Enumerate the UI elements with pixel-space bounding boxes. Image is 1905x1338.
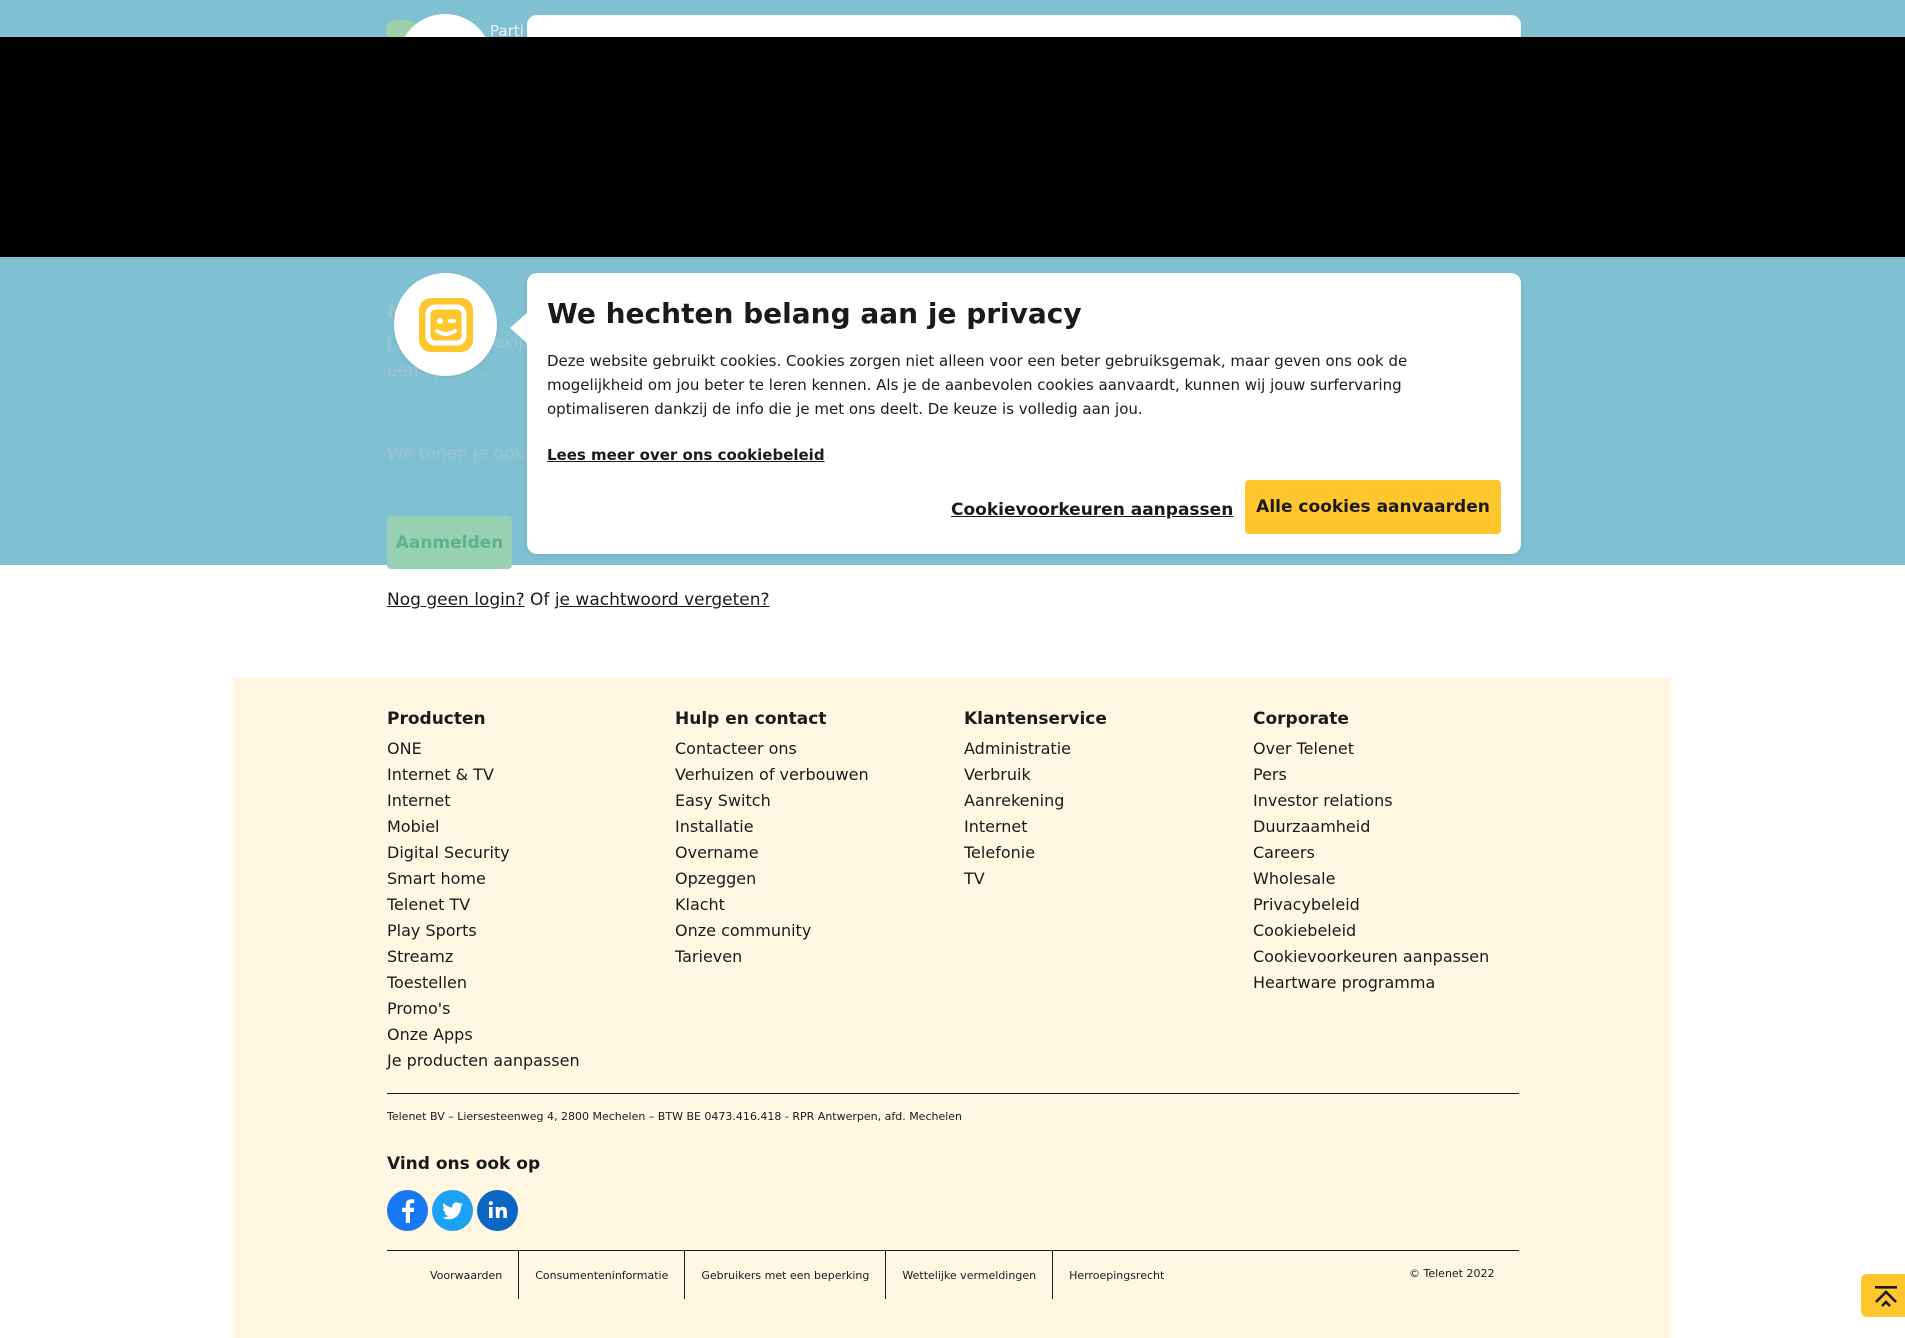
facebook-icon[interactable] bbox=[387, 1190, 428, 1231]
footer-link[interactable]: Onze community bbox=[675, 918, 869, 944]
arrow-up-icon bbox=[1875, 1285, 1897, 1307]
footer-link[interactable]: Tarieven bbox=[675, 944, 869, 970]
footer-link[interactable]: Internet bbox=[387, 788, 580, 814]
footer-link[interactable]: Telenet TV bbox=[387, 892, 580, 918]
legal-links: Voorwaarden Consumenteninformatie Gebrui… bbox=[387, 1251, 1180, 1299]
legal-link-herroepingsrecht[interactable]: Herroepingsrecht bbox=[1052, 1251, 1180, 1299]
footer-link[interactable]: Investor relations bbox=[1253, 788, 1489, 814]
back-to-top-button[interactable] bbox=[1861, 1274, 1905, 1317]
or-text: Of bbox=[530, 590, 550, 610]
cookie-consent-dialog: We hechten belang aan je privacy Deze we… bbox=[527, 273, 1521, 554]
twitter-icon[interactable] bbox=[432, 1190, 473, 1231]
footer-link[interactable]: Toestellen bbox=[387, 970, 580, 996]
footer-link[interactable]: Overname bbox=[675, 840, 869, 866]
footer-column-title: Corporate bbox=[1253, 709, 1349, 729]
footer-link[interactable]: Onze Apps bbox=[387, 1022, 580, 1048]
footer-link[interactable]: Internet & TV bbox=[387, 762, 580, 788]
footer-column-title: Hulp en contact bbox=[675, 709, 827, 729]
social-title: Vind ons ook op bbox=[387, 1154, 541, 1174]
cookie-dialog-title: We hechten belang aan je privacy bbox=[547, 297, 1082, 330]
login-button[interactable]: Aanmelden bbox=[387, 516, 512, 569]
login-links: Nog geen login? Of je wachtwoord vergete… bbox=[387, 590, 770, 610]
hero-curve bbox=[0, 565, 1905, 685]
footer-column-klantenservice: Klantenservice Administratie Verbruik Aa… bbox=[964, 707, 1107, 892]
legal-link-wettelijke-vermeldingen[interactable]: Wettelijke vermeldingen bbox=[885, 1251, 1052, 1299]
footer-link[interactable]: Opzeggen bbox=[675, 866, 869, 892]
footer-link[interactable]: Cookievoorkeuren aanpassen bbox=[1253, 944, 1489, 970]
footer-link[interactable]: Over Telenet bbox=[1253, 736, 1489, 762]
footer-column-producten: Producten ONE Internet & TV Internet Mob… bbox=[387, 707, 580, 1074]
footer-link[interactable]: Heartware programma bbox=[1253, 970, 1489, 996]
footer-divider bbox=[387, 1093, 1519, 1094]
footer: Producten ONE Internet & TV Internet Mob… bbox=[233, 677, 1671, 1338]
video-overlay-band bbox=[0, 37, 1905, 257]
footer-link[interactable]: Je producten aanpassen bbox=[387, 1048, 580, 1074]
footer-column-title: Klantenservice bbox=[964, 709, 1107, 729]
legal-link-consumenteninformatie[interactable]: Consumenteninformatie bbox=[518, 1251, 684, 1299]
footer-link[interactable]: ONE bbox=[387, 736, 580, 762]
company-address: Telenet BV – Liersesteenweg 4, 2800 Mech… bbox=[387, 1110, 963, 1123]
legal-link-voorwaarden[interactable]: Voorwaarden bbox=[387, 1251, 518, 1299]
footer-link[interactable]: Duurzaamheid bbox=[1253, 814, 1489, 840]
footer-link[interactable]: Streamz bbox=[387, 944, 580, 970]
cookie-preferences-button[interactable]: Cookievoorkeuren aanpassen bbox=[951, 495, 1233, 525]
telenet-logo-icon bbox=[418, 297, 473, 352]
footer-column-title: Producten bbox=[387, 709, 486, 729]
social-links bbox=[387, 1190, 518, 1231]
cookie-policy-link[interactable]: Lees meer over ons cookiebeleid bbox=[547, 446, 825, 464]
footer-link[interactable]: Careers bbox=[1253, 840, 1489, 866]
footer-link[interactable]: Verhuizen of verbouwen bbox=[675, 762, 869, 788]
no-login-link[interactable]: Nog geen login? bbox=[387, 590, 525, 610]
footer-link[interactable]: TV bbox=[964, 866, 1107, 892]
footer-link[interactable]: Internet bbox=[964, 814, 1107, 840]
accept-all-cookies-button[interactable]: Alle cookies aanvaarden bbox=[1245, 480, 1501, 534]
footer-link[interactable]: Verbruik bbox=[964, 762, 1107, 788]
linkedin-icon[interactable] bbox=[477, 1190, 518, 1231]
footer-link[interactable]: Telefonie bbox=[964, 840, 1107, 866]
footer-link[interactable]: Promo's bbox=[387, 996, 580, 1022]
legal-link-beperking[interactable]: Gebruikers met een beperking bbox=[684, 1251, 885, 1299]
cookie-dialog-body: Deze website gebruikt cookies. Cookies z… bbox=[547, 352, 1408, 418]
footer-link[interactable]: Wholesale bbox=[1253, 866, 1489, 892]
footer-link[interactable]: Mobiel bbox=[387, 814, 580, 840]
footer-link[interactable]: Easy Switch bbox=[675, 788, 869, 814]
copyright: © Telenet 2022 bbox=[1409, 1267, 1495, 1280]
footer-link[interactable]: Contacteer ons bbox=[675, 736, 869, 762]
footer-link[interactable]: Privacybeleid bbox=[1253, 892, 1489, 918]
footer-link[interactable]: Smart home bbox=[387, 866, 580, 892]
speech-bubble-notch bbox=[510, 312, 528, 344]
footer-column-hulp: Hulp en contact Contacteer ons Verhuizen… bbox=[675, 707, 869, 970]
footer-link[interactable]: Digital Security bbox=[387, 840, 580, 866]
footer-link[interactable]: Cookiebeleid bbox=[1253, 918, 1489, 944]
forgot-password-link[interactable]: je wachtwoord vergeten? bbox=[555, 590, 770, 610]
page: Parti Mn b J and verbi ookijk je snel ee… bbox=[0, 0, 1905, 1338]
footer-link[interactable]: Aanrekening bbox=[964, 788, 1107, 814]
footer-link[interactable]: Play Sports bbox=[387, 918, 580, 944]
telenet-logo-badge bbox=[394, 273, 497, 376]
footer-link[interactable]: Administratie bbox=[964, 736, 1107, 762]
footer-link[interactable]: Klacht bbox=[675, 892, 869, 918]
footer-link[interactable]: Pers bbox=[1253, 762, 1489, 788]
footer-column-corporate: Corporate Over Telenet Pers Investor rel… bbox=[1253, 707, 1489, 996]
footer-link[interactable]: Installatie bbox=[675, 814, 869, 840]
